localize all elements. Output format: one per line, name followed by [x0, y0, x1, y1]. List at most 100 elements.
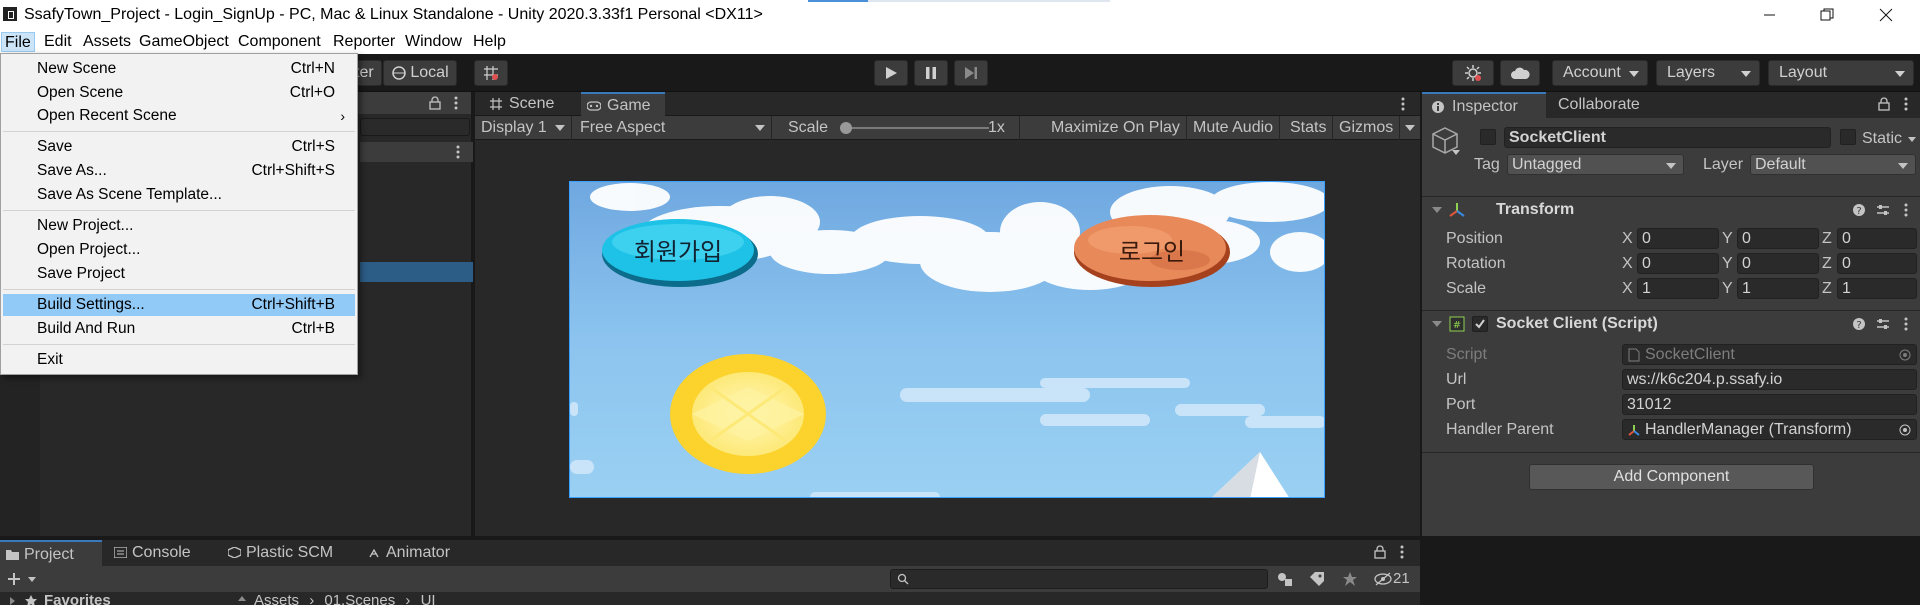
game-canvas[interactable]: 회원가입 로그인	[569, 181, 1325, 498]
menu-gameobject[interactable]: GameObject	[136, 32, 232, 52]
hierarchy-scene-row[interactable]	[360, 142, 473, 162]
close-button[interactable]	[1862, 0, 1910, 30]
rotation-z-field[interactable]: 0	[1837, 253, 1917, 274]
scroll-up-icon[interactable]	[238, 596, 246, 601]
search-by-type-icon[interactable]	[1276, 571, 1294, 587]
menu-item-open-scene[interactable]: Open Scene Ctrl+O	[3, 82, 355, 104]
signup-button[interactable]: 회원가입	[600, 232, 756, 267]
transform-presets-icon[interactable]	[1876, 203, 1890, 217]
menu-window[interactable]: Window	[402, 32, 465, 52]
maximize-on-play-toggle[interactable]: Maximize On Play	[1045, 116, 1187, 140]
menu-item-open-recent-scene[interactable]: Open Recent Scene ›	[3, 105, 355, 127]
inspector-lock-icon[interactable]	[1878, 97, 1890, 111]
scale-x-field[interactable]: 1	[1637, 278, 1719, 299]
inspector-kebab-icon[interactable]	[1904, 97, 1908, 111]
handler-parent-field[interactable]: HandlerManager (Transform)	[1622, 419, 1917, 440]
kebab-menu-icon[interactable]	[454, 96, 458, 110]
tab-game[interactable]: Game	[581, 92, 665, 116]
socket-client-foldout-icon[interactable]	[1432, 321, 1442, 327]
menu-item-save[interactable]: Save Ctrl+S	[3, 136, 355, 158]
static-checkbox[interactable]	[1840, 129, 1856, 145]
menu-component[interactable]: Component	[235, 32, 324, 52]
menu-item-new-scene[interactable]: New Scene Ctrl+N	[3, 58, 355, 80]
login-button[interactable]: 로그인	[1074, 232, 1230, 267]
grid-snap-button[interactable]	[474, 60, 508, 86]
gameobject-active-checkbox[interactable]	[1480, 129, 1496, 145]
lock-icon[interactable]	[429, 96, 441, 110]
menu-reporter[interactable]: Reporter	[330, 32, 398, 52]
transform-foldout-icon[interactable]	[1432, 207, 1442, 213]
favorites-foldout-icon[interactable]	[10, 597, 15, 605]
tab-plastic-scm[interactable]: Plastic SCM	[222, 540, 333, 566]
menu-edit[interactable]: Edit	[41, 32, 75, 52]
menu-assets[interactable]: Assets	[80, 32, 134, 52]
project-lock-icon[interactable]	[1374, 545, 1386, 559]
socket-client-help-icon[interactable]: ?	[1852, 317, 1866, 331]
menu-item-save-project[interactable]: Save Project	[3, 263, 355, 285]
tab-project[interactable]: Project	[0, 540, 102, 566]
menu-item-new-project[interactable]: New Project...	[3, 215, 355, 237]
tag-dropdown[interactable]: Untagged	[1507, 154, 1684, 175]
account-dropdown[interactable]: Account	[1552, 60, 1648, 86]
gizmos-toggle[interactable]: Gizmos	[1333, 116, 1401, 140]
socket-client-enabled-checkbox[interactable]	[1472, 316, 1488, 332]
menu-item-save-as-scene-template[interactable]: Save As Scene Template...	[3, 184, 355, 206]
pause-button[interactable]	[914, 60, 948, 86]
rotation-y-field[interactable]: 0	[1737, 253, 1819, 274]
restore-button[interactable]	[1803, 0, 1851, 30]
position-x-field[interactable]: 0	[1637, 228, 1719, 249]
local-global-toggle[interactable]: Local	[383, 60, 457, 86]
services-button[interactable]	[1452, 60, 1494, 86]
position-z-field[interactable]: 0	[1837, 228, 1917, 249]
breadcrumb-scenes[interactable]: 01.Scenes	[324, 592, 395, 605]
tab-console[interactable]: Console	[108, 540, 191, 566]
layers-dropdown[interactable]: Layers	[1656, 60, 1760, 86]
static-dropdown-arrow-icon[interactable]	[1908, 137, 1916, 142]
socket-client-header[interactable]: # Socket Client (Script) ?	[1422, 310, 1920, 336]
port-field[interactable]: 31012	[1622, 394, 1917, 415]
url-field[interactable]: ws://k6c204.p.ssafy.io	[1622, 369, 1917, 390]
mute-audio-toggle[interactable]: Mute Audio	[1187, 116, 1281, 140]
gizmos-dropdown-arrow-icon[interactable]	[1405, 125, 1415, 131]
hidden-packages-toggle[interactable]: 21	[1374, 570, 1414, 588]
scale-y-field[interactable]: 1	[1737, 278, 1819, 299]
icon-picker-arrow-icon[interactable]	[1452, 150, 1460, 155]
tab-scene[interactable]: Scene	[483, 92, 563, 116]
cloud-button[interactable]	[1500, 60, 1540, 86]
display-dropdown[interactable]: Display 1	[475, 116, 572, 140]
tab-collaborate[interactable]: Collaborate	[1548, 92, 1650, 118]
socket-client-kebab-icon[interactable]	[1904, 317, 1908, 331]
menu-item-build-and-run[interactable]: Build And Run Ctrl+B	[3, 318, 355, 340]
rotation-x-field[interactable]: 0	[1637, 253, 1719, 274]
search-by-label-icon[interactable]	[1309, 571, 1325, 587]
menu-item-open-project[interactable]: Open Project...	[3, 239, 355, 261]
project-search-input[interactable]	[890, 569, 1268, 589]
aspect-dropdown[interactable]: Free Aspect	[574, 116, 772, 140]
transform-header[interactable]: Transform ?	[1422, 196, 1920, 222]
minimize-button[interactable]	[1746, 0, 1794, 30]
transform-help-icon[interactable]: ?	[1852, 203, 1866, 217]
handler-object-picker-icon[interactable]	[1899, 424, 1911, 436]
add-component-button[interactable]: Add Component	[1529, 464, 1814, 490]
create-asset-button[interactable]	[6, 570, 40, 588]
project-kebab-icon[interactable]	[1400, 545, 1404, 559]
breadcrumb-ui[interactable]: UI	[421, 592, 436, 605]
tab-animator[interactable]: Animator	[362, 540, 450, 566]
tab-inspector[interactable]: Inspector	[1422, 92, 1546, 118]
menu-item-exit[interactable]: Exit	[3, 349, 355, 371]
scale-z-field[interactable]: 1	[1837, 278, 1917, 299]
scale-slider-track[interactable]	[844, 127, 989, 129]
breadcrumb-assets[interactable]: Assets	[254, 592, 299, 605]
gameobject-name-field[interactable]: SocketClient	[1504, 127, 1831, 148]
position-y-field[interactable]: 0	[1737, 228, 1819, 249]
layout-dropdown[interactable]: Layout	[1768, 60, 1914, 86]
step-button[interactable]	[954, 60, 988, 86]
scale-slider-handle[interactable]	[840, 122, 852, 134]
menu-item-build-settings[interactable]: Build Settings... Ctrl+Shift+B	[3, 294, 355, 316]
socket-client-presets-icon[interactable]	[1876, 317, 1890, 331]
stats-toggle[interactable]: Stats	[1284, 116, 1334, 140]
layer-dropdown[interactable]: Default	[1750, 154, 1916, 175]
menu-item-save-as[interactable]: Save As... Ctrl+Shift+S	[3, 160, 355, 182]
play-button[interactable]	[874, 60, 908, 86]
game-view-kebab-icon[interactable]	[1401, 97, 1405, 111]
